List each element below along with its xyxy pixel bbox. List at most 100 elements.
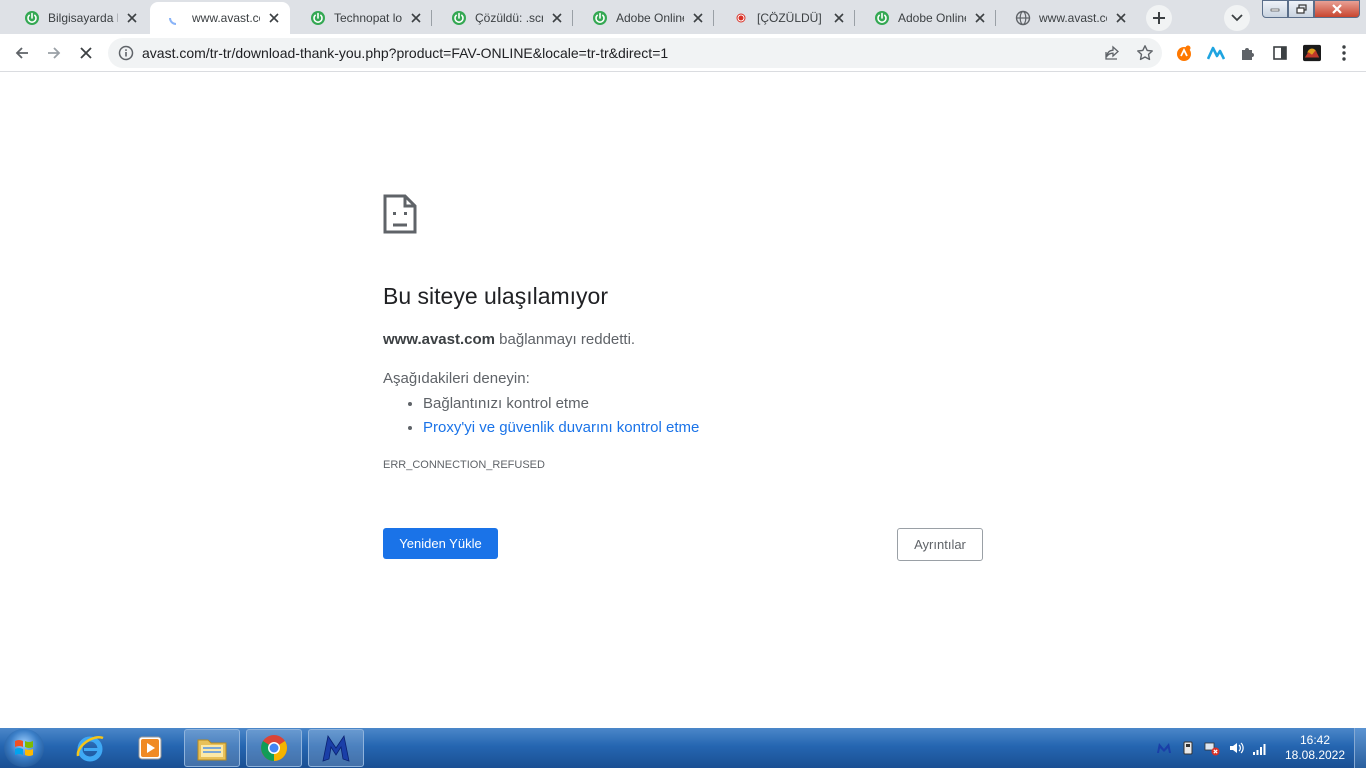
tab-cozuldu-scr[interactable]: [ÇÖZÜLDÜ] .scr <box>715 2 855 34</box>
error-code: ERR_CONNECTION_REFUSED <box>383 459 545 471</box>
media-player-icon <box>138 736 162 760</box>
bookmark-star-icon[interactable] <box>1136 44 1154 62</box>
close-icon[interactable] <box>1113 10 1129 26</box>
tab-separator <box>713 10 714 26</box>
chevron-down-icon <box>1231 14 1243 22</box>
close-icon <box>80 47 92 59</box>
red-dot-icon <box>733 10 749 26</box>
show-desktop-button[interactable] <box>1354 728 1366 768</box>
new-tab-button[interactable] <box>1146 5 1172 31</box>
arrow-right-icon <box>48 47 61 59</box>
tab-cozuldu[interactable]: Çözüldü: .scr V <box>433 2 573 34</box>
suggestion-check-proxy: Proxy'yi ve güvenlik duvarını kontrol et… <box>423 416 699 440</box>
close-icon[interactable] <box>549 10 565 26</box>
power-green-icon <box>24 10 40 26</box>
puzzle-extensions-icon[interactable] <box>1239 44 1257 62</box>
window-controls <box>1262 0 1362 18</box>
tab-strip: Bilgisayarda M www.avast.com Technopat l… <box>0 0 1366 34</box>
signal-bars-icon[interactable] <box>1252 740 1268 756</box>
volume-icon[interactable] <box>1228 740 1244 756</box>
taskbar-file-explorer[interactable] <box>184 729 240 767</box>
profile-avatar[interactable] <box>1303 44 1321 62</box>
power-green-icon <box>310 10 326 26</box>
stop-loading-button[interactable] <box>72 39 100 67</box>
side-panel-icon[interactable] <box>1271 44 1289 62</box>
tab-title: Adobe Online I <box>616 11 684 25</box>
tab-title: Bilgisayarda M <box>48 11 118 25</box>
arrow-left-icon <box>15 47 28 59</box>
power-green-icon <box>451 10 467 26</box>
more-menu-icon[interactable] <box>1335 44 1353 62</box>
taskbar-clock[interactable]: 16:42 18.08.2022 <box>1276 733 1354 763</box>
taskbar-chrome[interactable] <box>246 729 302 767</box>
forward-button[interactable] <box>40 39 68 67</box>
start-button[interactable] <box>4 729 44 767</box>
close-icon[interactable] <box>124 10 140 26</box>
close-window-button[interactable] <box>1314 0 1360 18</box>
taskbar-media-player[interactable] <box>122 729 178 767</box>
avast-extension-icon[interactable] <box>1175 44 1193 62</box>
tab-title: [ÇÖZÜLDÜ] .scr <box>757 11 825 25</box>
suggestion-list: Bağlantınızı kontrol etme Proxy'yi ve gü… <box>383 392 699 440</box>
close-icon[interactable] <box>831 10 847 26</box>
folder-icon <box>197 739 227 761</box>
error-message: www.avast.com bağlanmayı reddetti. <box>383 331 635 348</box>
error-title: Bu siteye ulaşılamıyor <box>383 283 608 309</box>
suggestion-text: Bağlantınızı kontrol etme <box>423 395 589 412</box>
close-icon[interactable] <box>408 10 424 26</box>
error-message-suffix: bağlanmayı reddetti. <box>495 331 636 348</box>
details-button[interactable]: Ayrıntılar <box>897 528 983 561</box>
windows-logo-icon <box>15 740 33 756</box>
error-host: www.avast.com <box>383 331 495 348</box>
tab-title: Çözüldü: .scr V <box>475 11 543 25</box>
restore-icon <box>1295 4 1307 14</box>
tab-adobe-online-1[interactable]: Adobe Online I <box>574 2 714 34</box>
tab-adobe-online-2[interactable]: Adobe Online I <box>856 2 996 34</box>
taskbar-internet-explorer[interactable] <box>62 729 118 767</box>
blue-wave-extension-icon[interactable] <box>1207 44 1225 62</box>
malwarebytes-tray-icon[interactable] <box>1156 740 1172 756</box>
windows-taskbar: 16:42 18.08.2022 <box>0 728 1366 768</box>
info-icon[interactable] <box>118 45 134 61</box>
tab-technopat[interactable]: Technopat logi <box>292 2 432 34</box>
try-label: Aşağıdakileri deneyin: <box>383 370 530 387</box>
tab-separator <box>431 10 432 26</box>
reload-button[interactable]: Yeniden Yükle <box>383 528 498 559</box>
tab-search-button[interactable] <box>1224 5 1250 31</box>
internet-explorer-icon <box>76 735 104 762</box>
url-text[interactable]: avast.com/tr-tr/download-thank-you.php?p… <box>142 45 668 61</box>
power-green-icon <box>592 10 608 26</box>
close-icon <box>1332 4 1342 14</box>
tab-title: Technopat logi <box>334 11 402 25</box>
clock-time: 16:42 <box>1299 733 1331 747</box>
back-button[interactable] <box>8 39 36 67</box>
tab-separator <box>572 10 573 26</box>
device-tray-icon[interactable] <box>1180 740 1196 756</box>
maximize-button[interactable] <box>1288 0 1314 18</box>
tab-separator <box>854 10 855 26</box>
network-error-icon[interactable] <box>1204 740 1220 756</box>
taskbar-malwarebytes[interactable] <box>308 729 364 767</box>
globe-icon <box>1015 10 1031 26</box>
close-icon[interactable] <box>266 10 282 26</box>
proxy-firewall-link[interactable]: Proxy'yi ve güvenlik duvarını kontrol et… <box>423 419 699 436</box>
tab-avast-active[interactable]: www.avast.com <box>150 2 290 34</box>
clock-date: 18.08.2022 <box>1284 748 1346 762</box>
minimize-button[interactable] <box>1262 0 1288 18</box>
browser-toolbar: avast.com/tr-tr/download-thank-you.php?p… <box>0 34 1366 72</box>
tab-separator <box>995 10 996 26</box>
sad-document-icon <box>383 194 417 234</box>
share-icon[interactable] <box>1104 45 1120 61</box>
tab-title: www.avast.com <box>192 11 260 25</box>
tab-bilgisayarda[interactable]: Bilgisayarda M <box>6 2 148 34</box>
address-bar[interactable]: avast.com/tr-tr/download-thank-you.php?p… <box>108 38 1162 68</box>
system-tray <box>1150 728 1290 768</box>
loading-spinner-icon <box>168 10 184 26</box>
malwarebytes-icon <box>322 734 350 762</box>
minimize-icon <box>1270 8 1280 12</box>
power-green-icon <box>874 10 890 26</box>
close-icon[interactable] <box>690 10 706 26</box>
tab-avast-2[interactable]: www.avast.com <box>997 2 1137 34</box>
chrome-icon <box>261 735 288 761</box>
close-icon[interactable] <box>972 10 988 26</box>
